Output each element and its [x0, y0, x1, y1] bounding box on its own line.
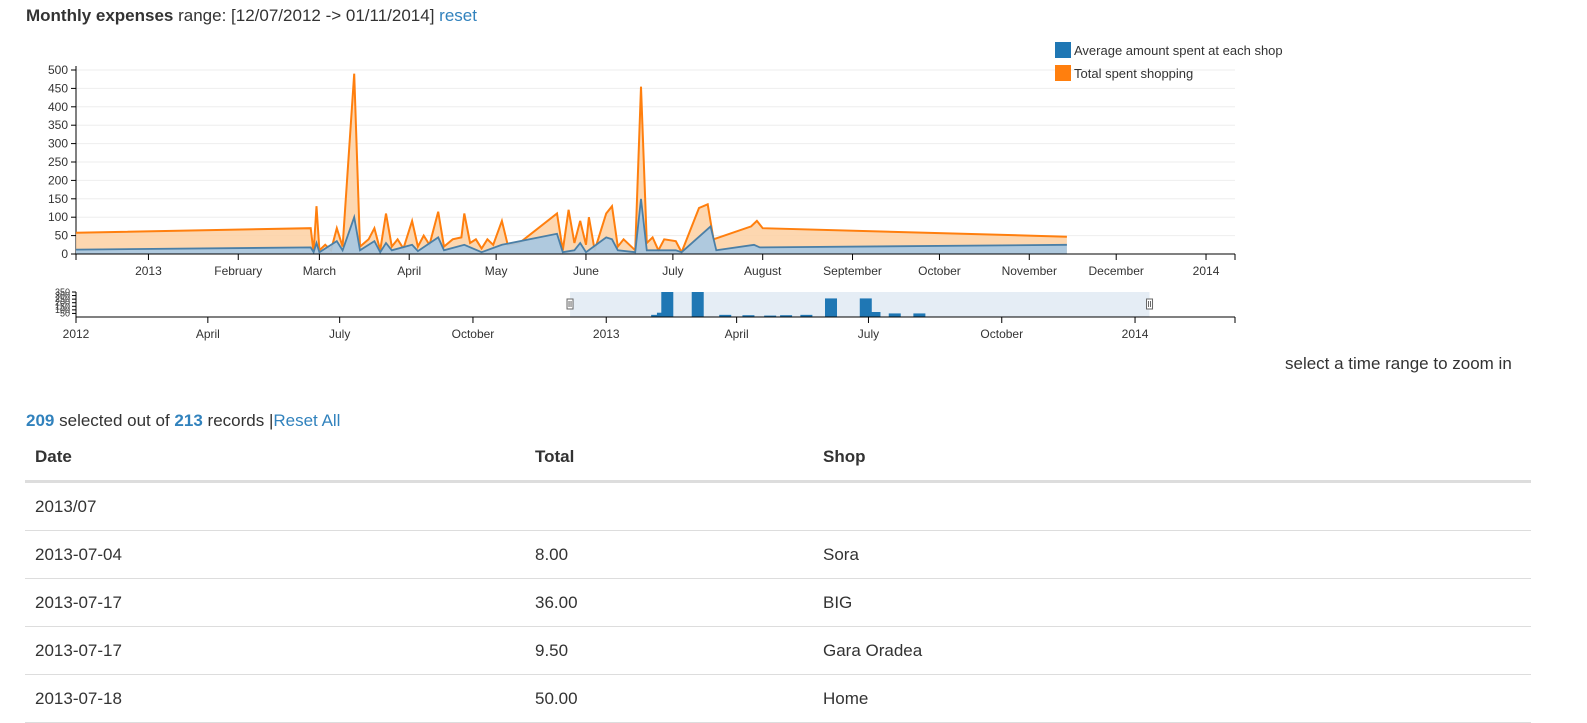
x-tick-label: April [397, 264, 421, 278]
main-area-chart[interactable]: 0 50 100 150 200 250 300 350 400 450 500 2013 Februa… [0, 30, 1320, 285]
cell-shop: Sora [813, 531, 1531, 579]
range-selector-chart[interactable]: 501001502002503003502012AprilJulyOctober… [0, 288, 1260, 348]
range-label: range: [178, 6, 226, 25]
x-tick-label: 2014 [1193, 264, 1220, 278]
x-tick-label: July [858, 327, 879, 341]
table-row: 2013-07-17 9.50 Gara Oradea [25, 627, 1531, 675]
chart-header: Monthly expenses range: [12/07/2012 -> 0… [26, 6, 477, 26]
brush-handle-box [567, 299, 573, 309]
x-tick-label: November [1002, 264, 1057, 278]
y-tick-label: 500 [48, 63, 68, 77]
x-tick-label: July [662, 264, 683, 278]
range-bar [661, 292, 673, 317]
count-text-2: records [208, 411, 265, 430]
cell-date: 2013-07-17 [25, 627, 525, 675]
y-tick-label: 250 [48, 155, 68, 169]
cell-date: 2013-07-04 [25, 531, 525, 579]
y-tick-label: 0 [61, 247, 68, 261]
cell-total [525, 482, 813, 531]
x-tick-label: April [196, 327, 220, 341]
records-table: Date Total Shop 2013/07 2013-07-04 8.00 … [25, 434, 1531, 723]
series-line [76, 74, 1067, 253]
table-row: 2013-07-18 50.00 Home [25, 675, 1531, 723]
y-tick-label: 400 [48, 100, 68, 114]
x-tick-label: March [303, 264, 336, 278]
legend-label: Average amount spent at each shop [1074, 43, 1283, 58]
range-bar [913, 313, 925, 317]
cell-shop: Gara Oradea [813, 627, 1531, 675]
x-tick-label: May [485, 264, 508, 278]
record-count: 209 selected out of 213 records |Reset A… [26, 411, 340, 431]
x-tick-label: April [725, 327, 749, 341]
brush-handle [1147, 299, 1153, 309]
count-text-1: selected out of [59, 411, 170, 430]
column-header-date[interactable]: Date [25, 434, 525, 482]
table-header-row: Date Total Shop [25, 434, 1531, 482]
cell-total: 9.50 [525, 627, 813, 675]
range-value: [12/07/2012 -> 01/11/2014] [231, 6, 434, 25]
zoom-hint: select a time range to zoom in [1285, 354, 1512, 374]
reset-link[interactable]: reset [439, 6, 477, 25]
cell-shop: BIG [813, 579, 1531, 627]
range-bar [889, 313, 901, 317]
range-bar [692, 292, 704, 317]
reset-all-link[interactable]: Reset All [273, 411, 340, 430]
brush-handle [567, 299, 573, 309]
x-tick-label: 2013 [593, 327, 620, 341]
table-row: 2013-07-17 36.00 BIG [25, 579, 1531, 627]
y-tick-label: 150 [48, 192, 68, 206]
selected-count: 209 [26, 411, 54, 430]
table-group-row: 2013/07 [25, 482, 1531, 531]
legend-swatch [1055, 42, 1071, 58]
x-tick-label: December [1089, 264, 1144, 278]
y-tick-label: 350 [55, 288, 70, 297]
column-header-total[interactable]: Total [525, 434, 813, 482]
table-row: 2013-07-04 8.00 Sora [25, 531, 1531, 579]
x-tick-label: October [918, 264, 961, 278]
legend-label: Total spent shopping [1074, 66, 1193, 81]
range-bar [868, 312, 880, 317]
x-tick-label: 2013 [135, 264, 162, 278]
x-tick-label: October [452, 327, 495, 341]
legend-swatch [1055, 65, 1071, 81]
cell-shop [813, 482, 1531, 531]
cell-total: 36.00 [525, 579, 813, 627]
cell-date: 2013-07-18 [25, 675, 525, 723]
y-tick-label: 50 [55, 229, 69, 243]
total-count: 213 [174, 411, 202, 430]
x-tick-label: 2014 [1122, 327, 1149, 341]
range-bar [825, 298, 837, 317]
x-tick-label: August [744, 264, 782, 278]
y-tick-label: 300 [48, 137, 68, 151]
cell-date: 2013-07-17 [25, 579, 525, 627]
x-tick-label: July [329, 327, 350, 341]
x-tick-label: February [214, 264, 262, 278]
y-tick-label: 350 [48, 118, 68, 132]
chart-title: Monthly expenses [26, 6, 173, 25]
y-tick-label: 200 [48, 173, 68, 187]
x-tick-label: June [573, 264, 599, 278]
group-label: 2013/07 [25, 482, 525, 531]
y-tick-label: 100 [48, 210, 68, 224]
x-tick-label: September [823, 264, 882, 278]
y-tick-label: 450 [48, 81, 68, 95]
x-tick-label: October [980, 327, 1023, 341]
cell-total: 50.00 [525, 675, 813, 723]
column-header-shop[interactable]: Shop [813, 434, 1531, 482]
cell-total: 8.00 [525, 531, 813, 579]
cell-shop: Home [813, 675, 1531, 723]
x-tick-label: 2012 [63, 327, 90, 341]
brush-handle-box [1147, 299, 1153, 309]
